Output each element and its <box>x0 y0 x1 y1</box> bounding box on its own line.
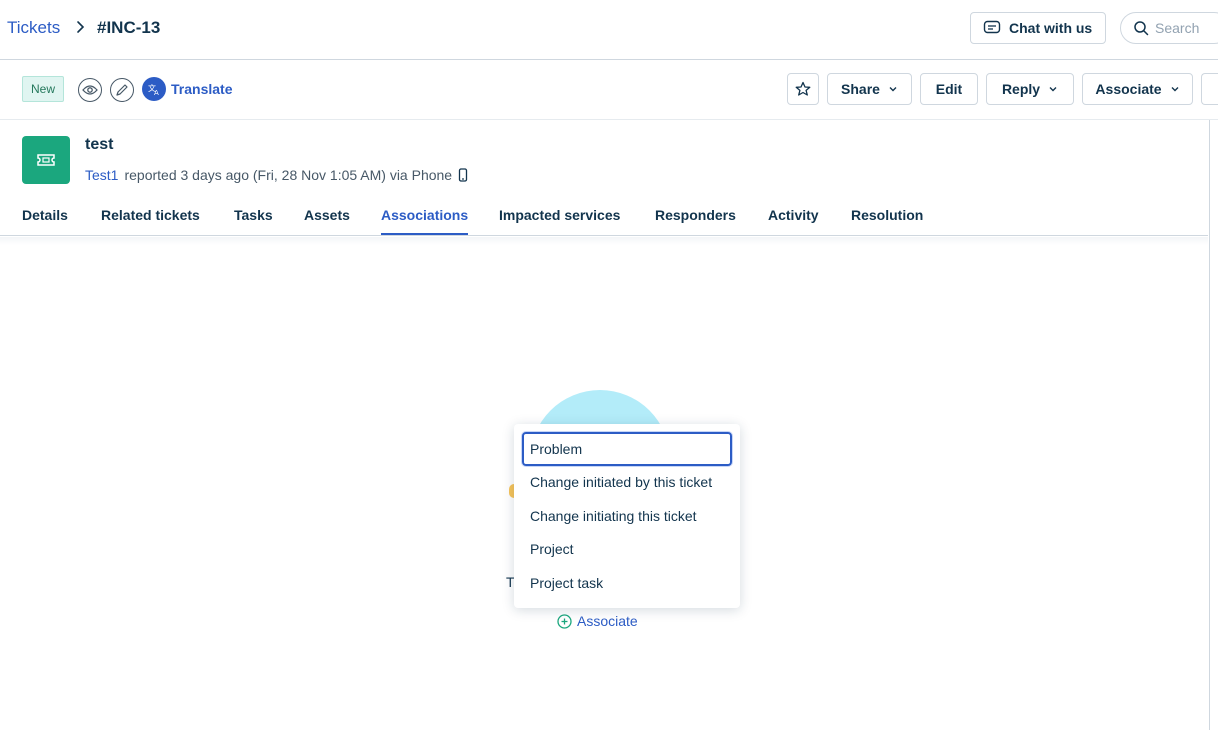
share-button[interactable]: Share <box>827 73 912 105</box>
breadcrumb-tickets-link[interactable]: Tickets <box>7 18 60 38</box>
tab-details[interactable]: Details <box>22 207 68 223</box>
associate-dropdown-menu: Problem Change initiated by this ticket … <box>514 424 740 608</box>
menu-item-project-task[interactable]: Project task <box>522 566 732 600</box>
requester-link[interactable]: Test1 <box>85 167 118 183</box>
svg-text:A: A <box>154 89 159 96</box>
ticket-meta: Test1 reported 3 days ago (Fri, 28 Nov 1… <box>85 167 468 183</box>
plus-circle-icon <box>557 613 572 629</box>
more-actions-button[interactable] <box>1201 73 1218 105</box>
ticket-title: test <box>85 136 114 153</box>
tab-assets[interactable]: Assets <box>304 207 350 223</box>
chevron-down-icon <box>1171 87 1179 92</box>
ticket-meta-text: reported 3 days ago (Fri, 28 Nov 1:05 AM… <box>124 167 453 183</box>
tab-responders[interactable]: Responders <box>655 207 736 223</box>
associate-label: Associate <box>1095 81 1162 97</box>
tab-resolution[interactable]: Resolution <box>851 207 923 223</box>
reply-button[interactable]: Reply <box>986 73 1074 105</box>
active-tab-indicator <box>381 233 468 235</box>
reply-label: Reply <box>1001 81 1041 97</box>
ticket-icon <box>22 136 70 184</box>
chat-label: Chat with us <box>1009 20 1093 36</box>
pencil-icon <box>116 84 128 96</box>
eye-icon <box>82 85 98 95</box>
phone-icon <box>458 168 468 182</box>
edit-button[interactable]: Edit <box>920 73 978 105</box>
chevron-down-icon <box>889 87 897 92</box>
search-icon <box>1134 21 1149 36</box>
tab-shadow <box>0 237 1208 245</box>
translate-icon[interactable]: 文A <box>142 77 166 101</box>
favorite-button[interactable] <box>787 73 819 105</box>
edit-note-button[interactable] <box>110 78 134 102</box>
top-header: Tickets #INC-13 Chat with us Search <box>0 0 1218 60</box>
tab-tasks[interactable]: Tasks <box>234 207 273 223</box>
chat-with-us-button[interactable]: Chat with us <box>970 12 1106 44</box>
watch-button[interactable] <box>78 78 102 102</box>
search-placeholder: Search <box>1155 20 1200 36</box>
right-panel-divider <box>1209 120 1210 730</box>
associate-link-label: Associate <box>577 613 638 629</box>
star-icon <box>795 81 811 96</box>
chevron-right-icon <box>77 21 85 33</box>
tab-activity[interactable]: Activity <box>768 207 819 223</box>
menu-item-project[interactable]: Project <box>522 533 732 567</box>
share-label: Share <box>841 81 880 97</box>
status-badge: New <box>22 76 65 102</box>
action-bar: New 文A Translate Share Edit Reply Associ… <box>0 61 1218 120</box>
associate-button[interactable]: Associate <box>1082 73 1193 105</box>
tab-related-tickets[interactable]: Related tickets <box>101 207 200 223</box>
edit-label: Edit <box>935 81 963 97</box>
search-input[interactable]: Search <box>1120 12 1218 44</box>
chat-icon <box>983 20 1001 34</box>
translate-button[interactable]: Translate <box>171 81 232 97</box>
tab-associations[interactable]: Associations <box>381 207 468 223</box>
menu-item-change-initiated-by[interactable]: Change initiated by this ticket <box>522 466 732 500</box>
menu-item-change-initiating[interactable]: Change initiating this ticket <box>522 499 732 533</box>
ticket-tabs: Details Related tickets Tasks Assets Ass… <box>0 196 1208 236</box>
tab-impacted-services[interactable]: Impacted services <box>499 207 620 223</box>
breadcrumb-current: #INC-13 <box>97 18 161 37</box>
chevron-down-icon <box>1049 87 1057 92</box>
associate-link[interactable]: Associate <box>557 613 638 629</box>
menu-item-problem[interactable]: Problem <box>522 432 732 466</box>
